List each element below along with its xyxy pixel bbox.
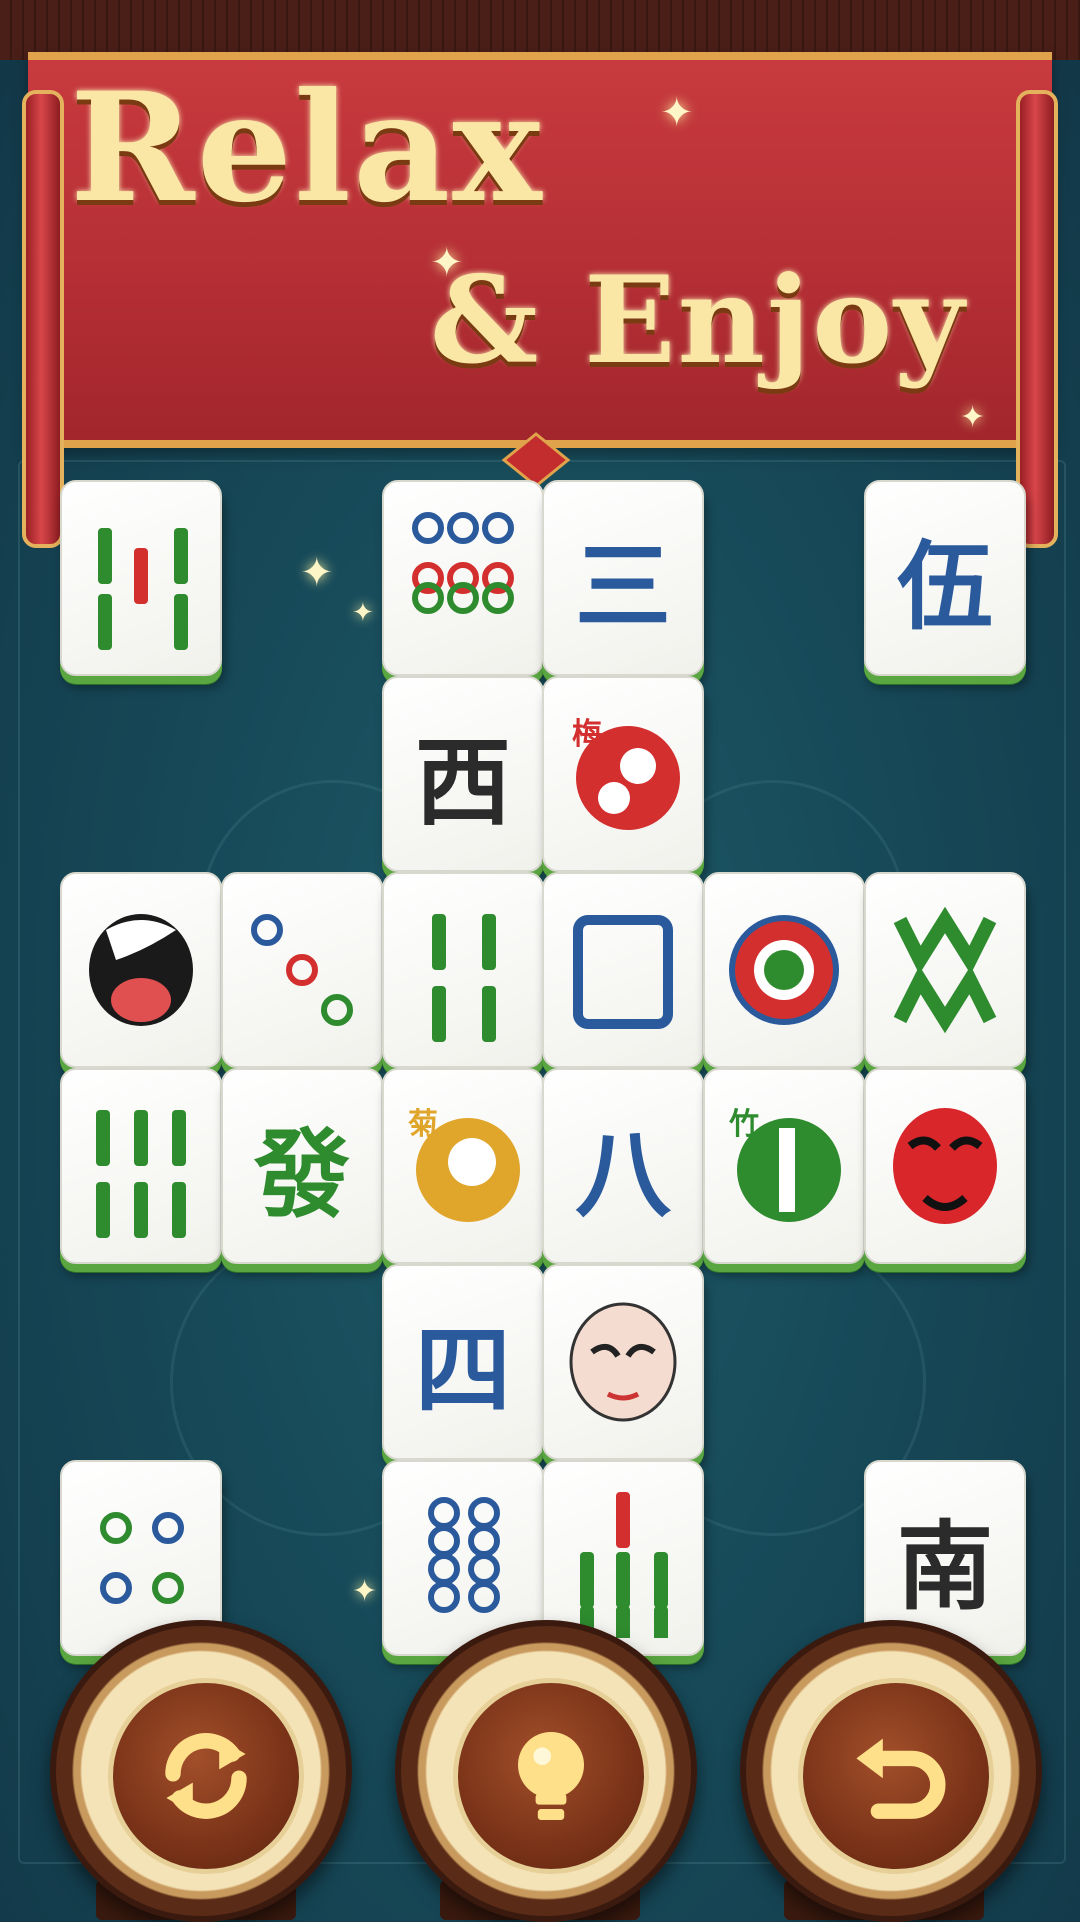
tile-circles-4-art <box>100 1512 184 1604</box>
sparkle-icon: ✦ <box>430 240 464 286</box>
tile-bamboo-7-art <box>580 1492 668 1638</box>
sparkle-icon: ✦ <box>352 598 374 628</box>
tile-chrysanthemum[interactable]: 菊 <box>382 1068 544 1264</box>
top-lattice <box>0 0 1080 60</box>
tile-san[interactable]: 三 <box>542 480 704 676</box>
tile-bamboo-6[interactable] <box>60 1068 222 1264</box>
tile-bamboo-4-art <box>432 914 496 1042</box>
tile-bamboo-6-art <box>96 1110 186 1238</box>
headline-enjoy: & Enjoy <box>430 250 967 391</box>
tile-bamboo-8[interactable] <box>864 872 1026 1068</box>
undo-button-face <box>798 1678 994 1874</box>
undo-icon <box>856 1738 946 1819</box>
hint-button-face <box>453 1678 649 1874</box>
tile-opera-mask-red[interactable] <box>864 1068 1026 1264</box>
tile-opera-mask-black[interactable] <box>60 872 222 1068</box>
tile-glyph: 八 <box>575 1118 671 1231</box>
tile-circles-8-art <box>428 1497 500 1613</box>
sparkle-icon: ✦ <box>960 400 986 435</box>
tile-circles-3-art <box>251 914 353 1026</box>
shuffle-button[interactable] <box>50 1620 352 1922</box>
tile-bamboo-8-art <box>893 906 997 1034</box>
tile-ba[interactable]: 八 <box>542 1068 704 1264</box>
tile-glyph: 發 <box>254 1118 350 1231</box>
tile-bamboo-3[interactable] <box>60 480 222 676</box>
svg-text:竹: 竹 <box>729 1107 759 1142</box>
tile-circles-9[interactable] <box>382 480 544 676</box>
sparkle-icon: ✦ <box>660 90 694 136</box>
headline-relax: Relax <box>70 60 544 236</box>
tile-chrysanthemum-art: 菊 <box>408 1107 520 1222</box>
undo-button[interactable] <box>740 1620 1042 1922</box>
sparkle-icon: ✦ <box>352 1574 378 1609</box>
tile-glyph: 南 <box>897 1510 993 1623</box>
tile-white-dragon[interactable] <box>542 872 704 1068</box>
shuffle-icon <box>165 1733 247 1819</box>
tile-plum[interactable]: 梅 <box>542 676 704 872</box>
hint-button[interactable] <box>395 1620 697 1922</box>
tile-bamboo-3-art <box>98 528 188 650</box>
tile-opera-mask-black-art <box>89 914 193 1026</box>
tile-west[interactable]: 西 <box>382 676 544 872</box>
tile-green-dragon[interactable]: 發 <box>221 1068 383 1264</box>
tile-bamboo-flower[interactable]: 竹 <box>703 1068 865 1264</box>
scroll-roll-right <box>1016 90 1058 548</box>
tile-glyph: 西 <box>415 726 511 839</box>
tile-bamboo-flower-art: 竹 <box>729 1107 841 1222</box>
scroll-roll-left <box>22 90 64 548</box>
svg-text:菊: 菊 <box>408 1107 438 1142</box>
tile-glyph: 四 <box>415 1314 511 1427</box>
sparkle-icon: ✦ <box>300 550 334 596</box>
tile-circle-1-art <box>729 915 839 1025</box>
tile-circles-9-art <box>412 512 514 614</box>
tile-white-dragon-art <box>573 915 673 1029</box>
shuffle-button-face <box>108 1678 304 1874</box>
tile-glyph: 伍 <box>897 530 993 643</box>
tile-si[interactable]: 四 <box>382 1264 544 1460</box>
tile-plum-art: 梅 <box>572 717 680 830</box>
tile-circles-3[interactable] <box>221 872 383 1068</box>
tile-bamboo-4[interactable] <box>382 872 544 1068</box>
tile-wu[interactable]: 伍 <box>864 480 1026 676</box>
tile-opera-mask-white-art <box>569 1302 677 1422</box>
tile-circle-1[interactable] <box>703 872 865 1068</box>
tile-glyph: 三 <box>575 530 671 643</box>
tile-opera-mask-white[interactable] <box>542 1264 704 1460</box>
lightbulb-icon <box>518 1732 584 1820</box>
tile-opera-mask-red-art <box>893 1108 997 1224</box>
svg-text:梅: 梅 <box>572 717 602 752</box>
